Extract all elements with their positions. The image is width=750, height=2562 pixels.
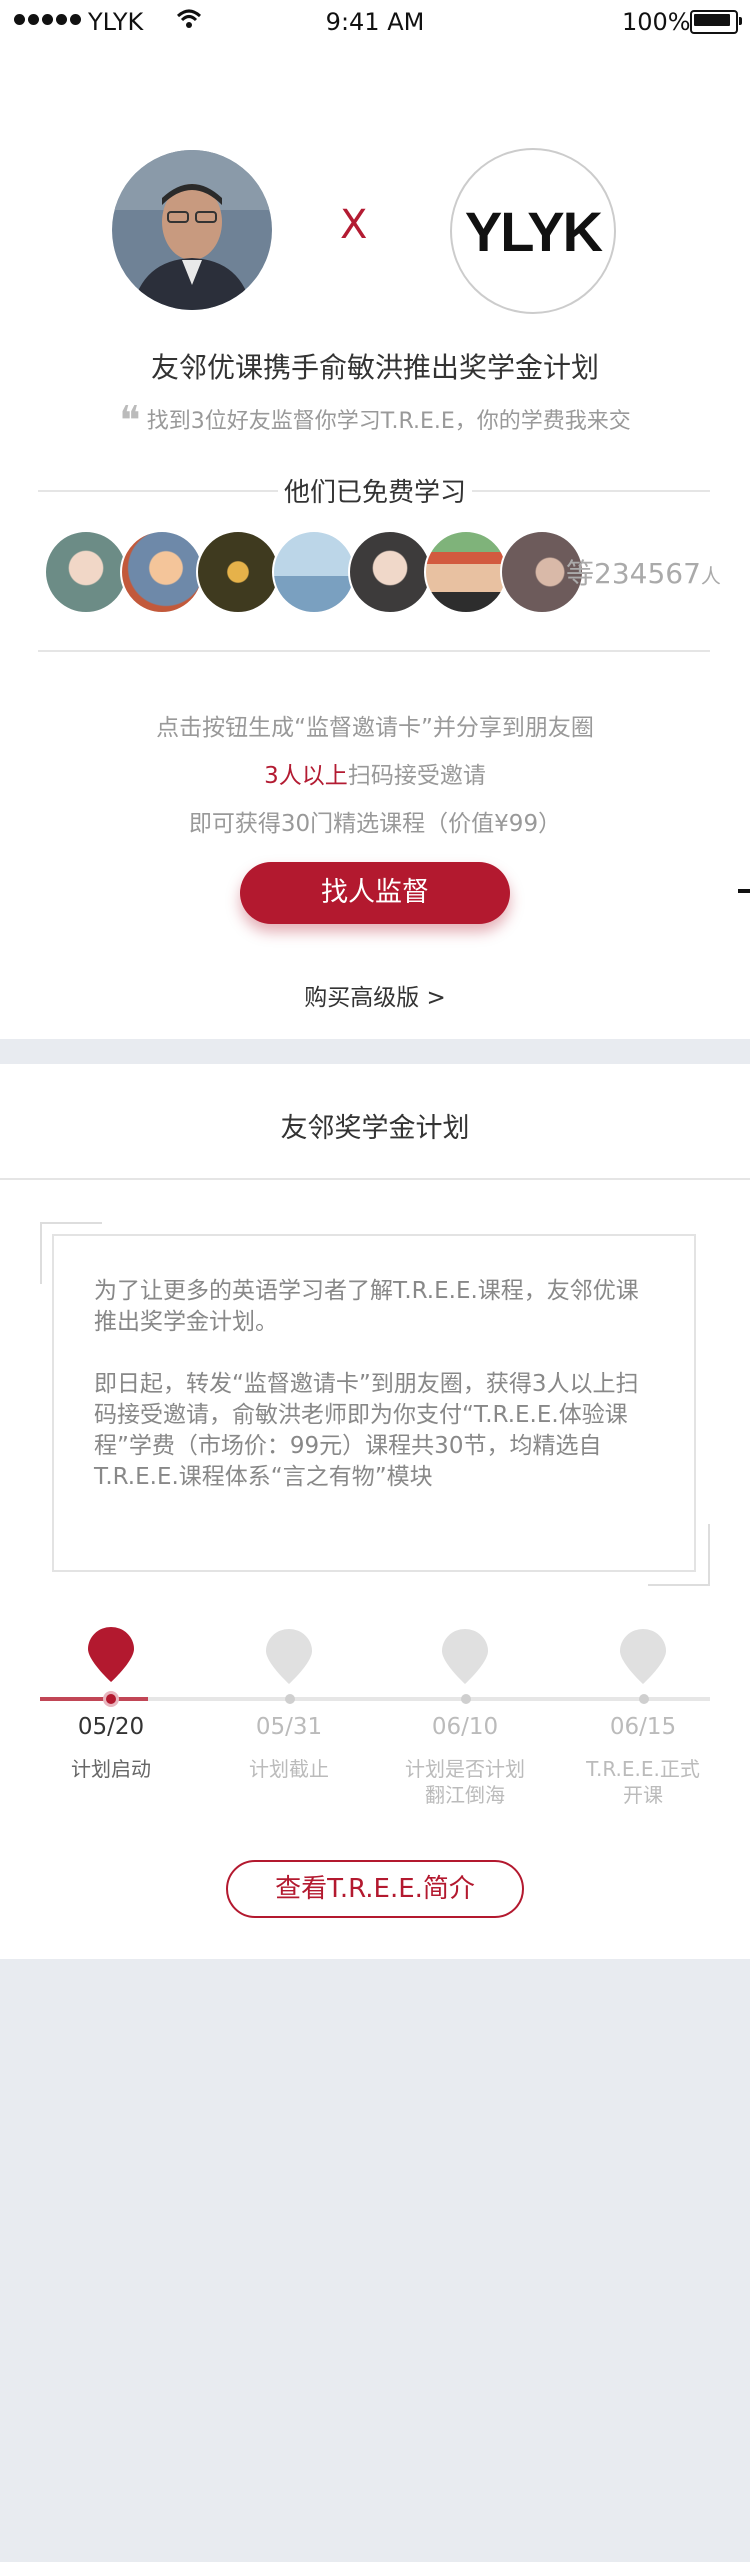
timeline-dot [285, 1694, 295, 1704]
campaign-title: 友邻优课携手俞敏洪推出奖学金计划 [150, 351, 599, 384]
divider [0, 1178, 750, 1180]
find-supervisor-button[interactable]: 找人监督 [240, 862, 510, 924]
plan-description: 为了让更多的英语学习者了解T.R.E.E.课程，友邻优课推出奖学金计划。 即日起… [52, 1234, 696, 1572]
invite-instruction-1: 点击按钮生成“监督邀请卡”并分享到朋友圈 [156, 715, 594, 741]
collab-x: X [340, 202, 368, 248]
quote-icon: ❝ [119, 398, 141, 444]
buy-premium-link[interactable]: 购买高级版 > [0, 978, 750, 1012]
plan-paragraph: 即日起，转发“监督邀请卡”到朋友圈，获得3人以上扫码接受邀请，俞敏洪老师即为你支… [94, 1371, 639, 1490]
divider [38, 650, 710, 652]
avatar [272, 530, 356, 614]
plan-title: 友邻奖学金计划 [280, 1113, 470, 1144]
timeline-dot [461, 1694, 471, 1704]
edge-marker [738, 889, 750, 893]
battery-percent: 100% [622, 8, 691, 36]
learner-count: 等234567人 [566, 557, 721, 590]
timeline-dot [639, 1694, 649, 1704]
campaign-subtitle: ❝ 找到3位好友监督你学习T.R.E.E，你的学费我来交 [119, 398, 631, 444]
view-tree-intro-button[interactable]: 查看T.R.E.E.简介 [226, 1860, 524, 1918]
invite-instruction-3: 即可获得30门精选课程（价值¥99） [188, 811, 562, 837]
location-pin-icon [620, 1629, 666, 1684]
location-pin-icon [88, 1627, 134, 1682]
avatar [424, 530, 508, 614]
timeline-label: 计划是否计划翻江倒海 [405, 1757, 525, 1807]
timeline-date: 06/15 [609, 1714, 677, 1740]
timeline-label: 计划截止 [249, 1757, 329, 1781]
timeline-date: 06/10 [431, 1714, 499, 1740]
timeline-date: 05/31 [255, 1714, 323, 1740]
avatar [44, 530, 128, 614]
timeline-date: 05/20 [77, 1714, 145, 1740]
battery-icon [690, 10, 742, 34]
plan-paragraph: 为了让更多的英语学习者了解T.R.E.E.课程，友邻优课推出奖学金计划。 [94, 1278, 639, 1335]
avatar [196, 530, 280, 614]
location-pin-icon [442, 1629, 488, 1684]
teacher-avatar [112, 150, 272, 310]
avatar [348, 530, 432, 614]
timeline-dot [106, 1694, 116, 1704]
learners-heading: 他们已免费学习 [278, 472, 472, 509]
status-bar: YLYK 9:41 AM 100% [0, 0, 750, 44]
location-pin-icon [266, 1629, 312, 1684]
avatar [120, 530, 204, 614]
timeline-label: T.R.E.E.正式开课 [586, 1757, 700, 1807]
invite-instruction-2: 3人以上扫码接受邀请 [264, 763, 486, 789]
learner-avatars [44, 530, 584, 614]
timeline-label: 计划启动 [71, 1757, 151, 1781]
timeline-progress [40, 1697, 148, 1701]
ylyk-logo: YLYK [450, 148, 616, 314]
